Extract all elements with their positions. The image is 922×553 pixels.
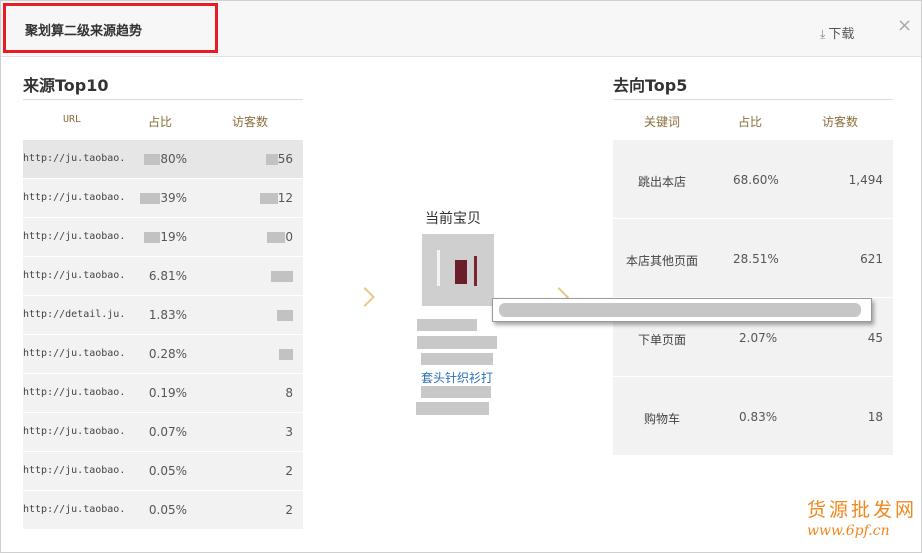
source-header-share: 占比 — [148, 115, 173, 129]
source-visitors: 12 — [259, 191, 293, 205]
close-button[interactable]: × — [897, 17, 912, 35]
source-share: 1.83% — [148, 308, 187, 322]
source-url: http://ju.taobao. — [23, 426, 126, 437]
source-visitors: 2 — [285, 503, 293, 517]
source-share: 0.07% — [148, 425, 187, 439]
source-share: 80% — [144, 152, 187, 166]
source-row[interactable]: http://ju.taobao. 0.19% 8 — [23, 374, 303, 413]
source-url: http://ju.taobao. — [23, 270, 126, 281]
source-header-url: URL — [63, 114, 82, 125]
source-share: 0.05% — [148, 464, 187, 478]
destination-share: 0.83% — [739, 410, 778, 424]
source-share: 0.19% — [148, 386, 187, 400]
destination-header-keyword: 关键词 — [644, 115, 681, 129]
download-icon: ⤓ — [820, 27, 826, 41]
dialog-title: 聚划算二级来源趋势 — [25, 24, 143, 39]
redacted-text — [421, 386, 491, 398]
destination-share: 28.51% — [733, 252, 779, 266]
destination-keyword: 下单页面 — [638, 333, 687, 347]
destination-keyword: 本店其他页面 — [626, 254, 699, 268]
redacted-tooltip-text — [499, 303, 861, 317]
source-visitors: 2 — [285, 464, 293, 478]
destination-share: 68.60% — [733, 173, 779, 187]
source-header-visitors: 访客数 — [232, 115, 269, 129]
source-url: http://ju.taobao. — [23, 231, 126, 242]
source-divider — [23, 99, 303, 100]
download-label: 下载 — [828, 27, 855, 42]
product-name-link[interactable]: 套头针织衫打 — [421, 369, 493, 386]
source-url: http://ju.taobao. — [23, 348, 126, 359]
source-visitors: 8 — [285, 386, 293, 400]
source-trend-dialog: 聚划算二级来源趋势 ⤓ 下载 × 来源Top10 URL 占比 访客数 http:… — [0, 0, 922, 553]
source-row[interactable]: http://ju.taobao. 6.81% — [23, 257, 303, 296]
source-row[interactable]: http://detail.ju. 1.83% — [23, 296, 303, 335]
source-url: http://ju.taobao. — [23, 387, 126, 398]
source-row[interactable]: http://ju.taobao. 0.05% 2 — [23, 452, 303, 491]
destination-divider — [613, 99, 893, 100]
destination-visitors: 45 — [867, 331, 883, 345]
redacted-text — [417, 319, 477, 331]
tooltip-popup — [492, 298, 872, 322]
destination-row[interactable]: 本店其他页面 28.51% 621 — [613, 219, 893, 298]
destination-visitors: 18 — [867, 410, 883, 424]
current-item-title: 当前宝贝 — [425, 211, 481, 227]
destination-header-share: 占比 — [738, 115, 763, 129]
source-visitors: 3 — [285, 425, 293, 439]
watermark-text: 货源批发网 — [807, 499, 918, 521]
destination-visitors: 1,494 — [848, 173, 883, 187]
source-share: 0.28% — [148, 347, 187, 361]
source-url: http://ju.taobao. — [23, 504, 126, 515]
source-row[interactable]: http://ju.taobao. 39% 12 — [23, 179, 303, 218]
destination-row[interactable]: 跳出本店 68.60% 1,494 — [613, 140, 893, 219]
watermark-url: www.6pf.cn — [807, 523, 890, 539]
redacted-text — [421, 353, 493, 365]
source-share: 39% — [140, 191, 187, 205]
destination-keyword: 购物车 — [644, 412, 681, 426]
product-thumbnail[interactable] — [422, 234, 494, 306]
source-row[interactable]: http://ju.taobao. 80% 56 — [23, 140, 303, 179]
source-visitors — [271, 269, 293, 283]
source-url: http://detail.ju. — [23, 309, 126, 320]
redacted-text — [416, 402, 489, 415]
dialog-titlebar: 聚划算二级来源趋势 ⤓ 下载 × — [1, 1, 921, 57]
source-url: http://ju.taobao. — [23, 465, 126, 476]
source-visitors: 0 — [267, 230, 293, 244]
download-button[interactable]: ⤓ 下载 — [820, 23, 854, 42]
source-section-title: 来源Top10 — [23, 76, 109, 95]
destination-keyword: 跳出本店 — [638, 175, 687, 189]
destination-visitors: 621 — [860, 252, 883, 266]
source-visitors: 56 — [265, 152, 293, 166]
source-url: http://ju.taobao. — [23, 153, 126, 164]
destination-header-visitors: 访客数 — [822, 115, 859, 129]
source-url: http://ju.taobao. — [23, 192, 126, 203]
source-row[interactable]: http://ju.taobao. 0.28% — [23, 335, 303, 374]
source-share: 19% — [144, 230, 187, 244]
redacted-text — [417, 336, 497, 349]
source-visitors — [277, 308, 293, 322]
destination-share: 2.07% — [739, 331, 778, 345]
source-row[interactable]: http://ju.taobao. 19% 0 — [23, 218, 303, 257]
source-share: 0.05% — [148, 503, 187, 517]
destination-row[interactable]: 购物车 0.83% 18 — [613, 377, 893, 456]
source-visitors — [279, 347, 293, 361]
source-share: 6.81% — [148, 269, 187, 283]
source-row[interactable]: http://ju.taobao. 0.05% 2 — [23, 491, 303, 530]
flow-arrow-in — [355, 287, 375, 307]
source-row[interactable]: http://ju.taobao. 0.07% 3 — [23, 413, 303, 452]
destination-section-title: 去向Top5 — [613, 76, 688, 95]
